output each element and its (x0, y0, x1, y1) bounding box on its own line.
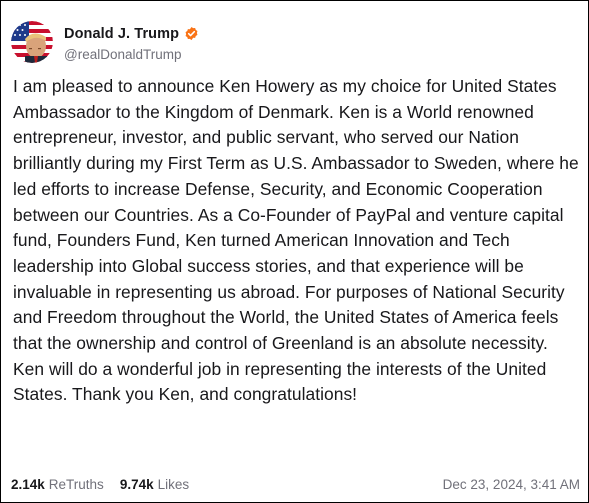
author-handle[interactable]: @realDonaldTrump (64, 47, 199, 62)
retruths-label: ReTruths (48, 476, 104, 492)
post-footer: 2.14k ReTruths 9.74k Likes Dec 23, 2024,… (11, 474, 580, 494)
likes-count: 9.74k (119, 476, 154, 492)
author-name-row: Donald J. Trump (64, 23, 199, 45)
avatar-image (11, 21, 53, 63)
post-header: Donald J. Trump @realDonaldTrump (11, 17, 199, 67)
likes-label: Likes (157, 476, 190, 492)
retruths-stat[interactable]: 2.14k ReTruths (11, 477, 104, 492)
post-timestamp[interactable]: Dec 23, 2024, 3:41 AM (443, 477, 580, 492)
post-card: Donald J. Trump @realDonaldTrump I am pl… (0, 0, 589, 503)
author-identity: Donald J. Trump @realDonaldTrump (64, 23, 199, 62)
verified-badge-icon (184, 26, 199, 41)
retruths-count: 2.14k (11, 476, 45, 492)
post-body-text: I am pleased to announce Ken Howery as m… (13, 76, 579, 405)
likes-stat[interactable]: 9.74k Likes (120, 477, 189, 492)
author-display-name[interactable]: Donald J. Trump (64, 26, 179, 42)
avatar[interactable] (11, 21, 53, 63)
